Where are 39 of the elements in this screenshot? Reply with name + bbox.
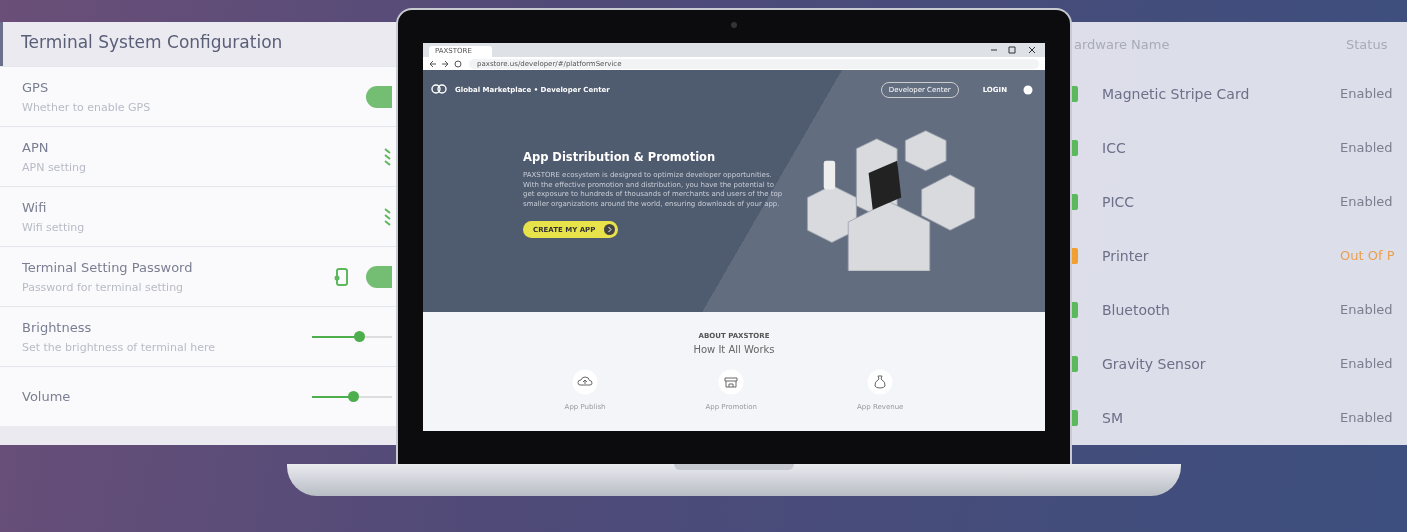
terminal-icon bbox=[334, 267, 348, 286]
setting-description: APN setting bbox=[22, 160, 88, 174]
globe-icon[interactable] bbox=[1023, 85, 1033, 95]
setting-description: Wifi setting bbox=[22, 220, 86, 234]
setting-name: Volume bbox=[22, 389, 72, 404]
hardware-name: ICC bbox=[1102, 139, 1127, 156]
hardware-status: Enabled bbox=[1340, 302, 1393, 317]
hardware-status: Enabled bbox=[1340, 194, 1393, 209]
hardware-status: Enabled bbox=[1340, 140, 1393, 155]
hardware-name: PICC bbox=[1102, 193, 1136, 210]
setting-name: Terminal Setting Password bbox=[22, 259, 194, 275]
toggle-switch[interactable] bbox=[366, 265, 392, 288]
section-title: How It All Works bbox=[693, 344, 775, 355]
setting-name: APN bbox=[22, 139, 50, 155]
setting-description: Set the brightness of terminal here bbox=[22, 340, 216, 354]
camera-icon bbox=[731, 22, 737, 28]
hardware-status: Enabled bbox=[1340, 86, 1393, 101]
cloud-upload-icon bbox=[572, 369, 599, 395]
navigation-icon[interactable] bbox=[429, 59, 463, 68]
setting-name: Wifi bbox=[22, 199, 48, 215]
hardware-name: Printer bbox=[1102, 247, 1150, 264]
setting-name: GPS bbox=[22, 79, 50, 95]
money-bag-icon bbox=[867, 369, 894, 395]
hardware-name: Gravity Sensor bbox=[1102, 355, 1207, 372]
hardware-name: SM bbox=[1102, 409, 1124, 426]
hardware-status: Enabled bbox=[1340, 356, 1393, 371]
hero-title: App Distribution & Promotion bbox=[523, 149, 717, 165]
setting-description: Whether to enable GPS bbox=[22, 100, 152, 114]
toggle-switch[interactable] bbox=[366, 85, 392, 108]
hardware-name: Bluetooth bbox=[1102, 301, 1171, 318]
slider-thumb[interactable] bbox=[354, 331, 365, 342]
setting-description: Password for terminal setting bbox=[22, 280, 185, 294]
hardware-name: Magnetic Stripe Card bbox=[1102, 85, 1251, 102]
slider-thumb[interactable] bbox=[347, 391, 359, 402]
setting-name: Brightness bbox=[22, 319, 93, 335]
logo-icon bbox=[431, 84, 447, 96]
hardware-status: Out Of P bbox=[1340, 248, 1395, 263]
storefront-icon bbox=[718, 369, 745, 395]
hardware-status: Enabled bbox=[1340, 410, 1393, 425]
